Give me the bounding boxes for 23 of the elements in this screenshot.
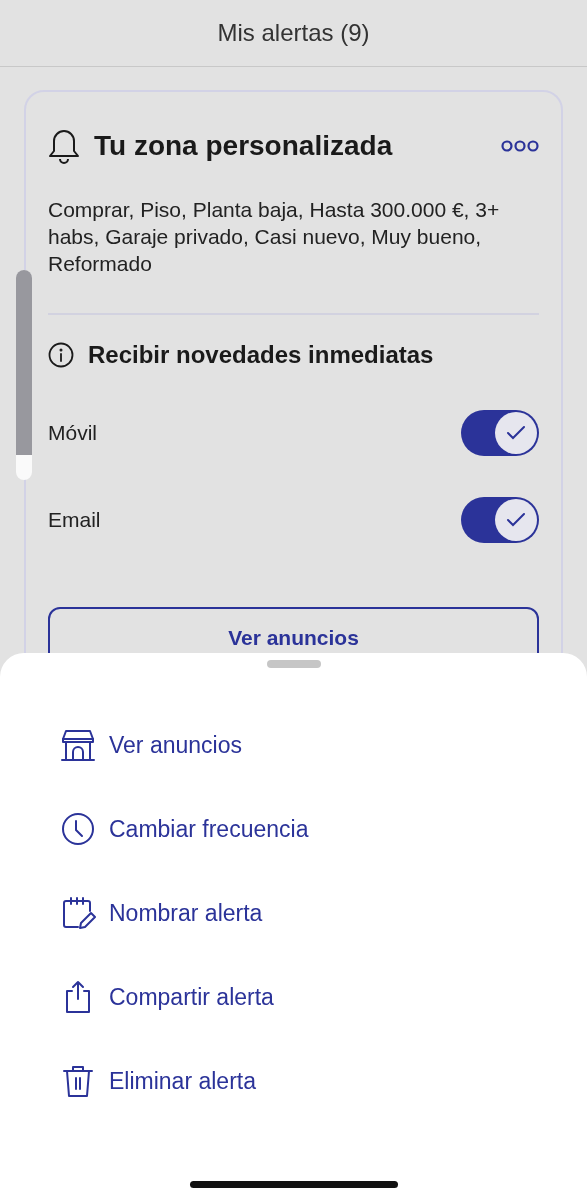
channel-label: Móvil — [48, 421, 97, 445]
more-icon[interactable] — [501, 140, 539, 152]
toggle-switch[interactable] — [461, 410, 539, 456]
scrollbar[interactable] — [16, 270, 32, 480]
check-icon — [506, 425, 526, 441]
clock-icon — [60, 811, 96, 847]
check-icon — [506, 512, 526, 528]
channel-label: Email — [48, 508, 101, 532]
info-icon — [48, 342, 74, 368]
menu-item[interactable]: Eliminar alerta — [109, 1067, 256, 1095]
alert-title: Tu zona personalizada — [94, 130, 394, 162]
menu-item[interactable]: Ver anuncios — [109, 731, 242, 759]
section-title: Recibir novedades inmediatas — [88, 341, 434, 369]
menu-item[interactable]: Nombrar alerta — [109, 899, 263, 927]
calendar-pencil-icon — [60, 895, 96, 931]
screen-title: Mis alertas (9) — [217, 19, 370, 47]
bell-icon — [48, 128, 80, 164]
store-icon — [60, 727, 96, 763]
alert-filters: Comprar, Piso, Planta baja, Hasta 300.000 €, 3+ habs, Garaje privado, Casi nuevo, Muy bueno, Reformado — [48, 197, 501, 277]
menu-item[interactable]: Compartir alerta — [109, 983, 274, 1011]
toggle-switch[interactable] — [461, 497, 539, 543]
trash-icon — [60, 1063, 96, 1099]
menu-item[interactable]: Cambiar frecuencia — [109, 815, 309, 843]
